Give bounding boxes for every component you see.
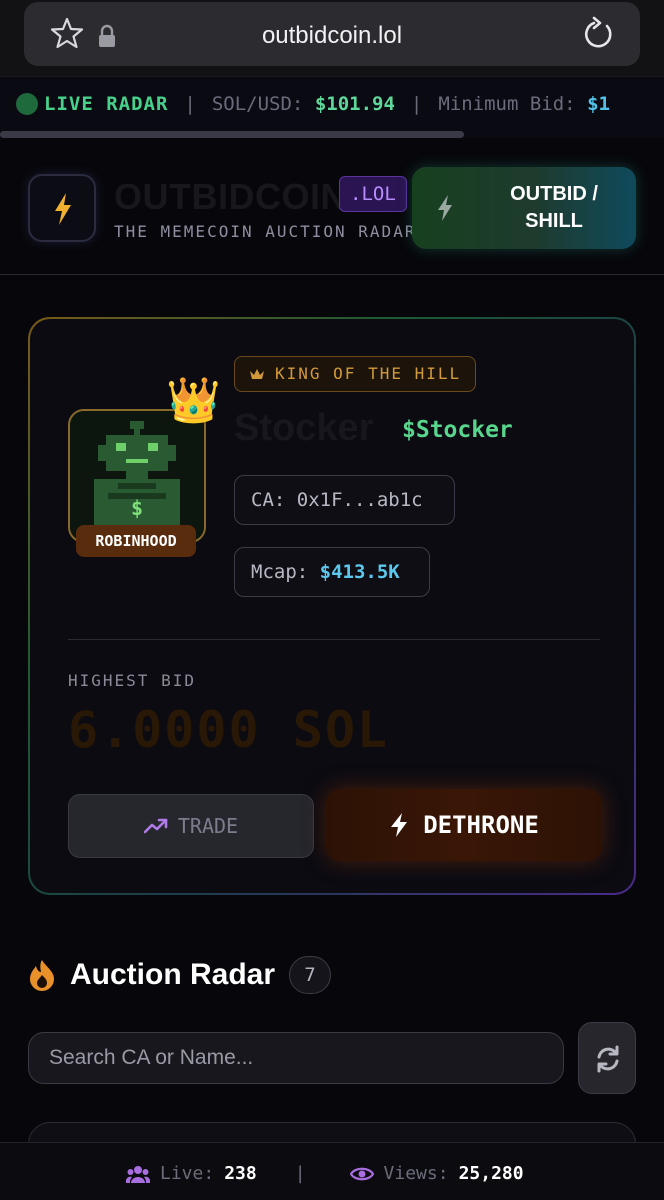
market-cap: Mcap: $413.5K [234, 547, 430, 597]
mcap-label: Mcap: [251, 561, 309, 583]
outbid-shill-button[interactable]: OUTBID / SHILL [412, 167, 636, 249]
eye-icon [349, 1167, 374, 1180]
domain-badge: .LOL [339, 176, 407, 212]
site-header: OUTBIDCOIN .LOL THE MEMECOIN AUCTION RAD… [0, 140, 664, 275]
ticker-separator: | [184, 93, 196, 115]
crown-icon: 👑 [166, 376, 221, 425]
auction-radar-title: Auction Radar [70, 958, 276, 991]
king-of-the-hill-card: $ 👑 ROBINHOOD KING OF THE HILL Stocker $… [28, 317, 636, 895]
min-bid-value: $1 [587, 93, 610, 115]
section-title: Auction Radar 7 [28, 956, 332, 994]
token-avatar[interactable]: $ [68, 409, 206, 543]
users-icon [126, 1165, 150, 1183]
svg-text:$: $ [131, 496, 143, 520]
logo[interactable] [28, 174, 96, 242]
stats-footer: Live: 238 | Views: 25,280 [0, 1142, 664, 1200]
search-input[interactable] [28, 1032, 564, 1084]
king-of-the-hill-label: KING OF THE HILL [275, 364, 462, 383]
robot-avatar-icon: $ [70, 411, 204, 541]
ticker-row: LIVE RADAR | SOL/USD: $101.94 | Minimum … [16, 93, 610, 115]
refresh-icon [597, 1045, 619, 1073]
mcap-value: $413.5K [319, 561, 400, 583]
token-ticker: $Stocker [402, 417, 513, 443]
card-body: $ 👑 ROBINHOOD KING OF THE HILL Stocker $… [30, 319, 634, 893]
fire-icon [30, 960, 54, 991]
trade-button[interactable]: TRADE [68, 794, 314, 858]
live-value: 238 [224, 1163, 257, 1184]
bolt-icon [55, 193, 71, 225]
king-of-the-hill-badge: KING OF THE HILL [234, 356, 477, 392]
token-name: Stocker [234, 407, 374, 449]
views-value: 25,280 [458, 1163, 524, 1184]
ca-label: CA: [251, 489, 286, 511]
avatar-badge: ROBINHOOD [76, 525, 196, 557]
sol-usd-value: $101.94 [314, 93, 395, 115]
browser-chrome: outbidcoin.lol [0, 0, 664, 76]
contract-address[interactable]: CA: 0x1F...ab1c [234, 475, 455, 525]
min-bid-label: Minimum Bid: [438, 93, 576, 115]
outbid-shill-label: OUTBID / SHILL [510, 183, 598, 232]
tagline: THE MEMECOIN AUCTION RADAR [114, 222, 417, 241]
highest-bid-label: HIGHEST BID [68, 671, 196, 690]
trade-label: TRADE [177, 814, 239, 838]
live-radar-label: LIVE RADAR [44, 93, 169, 115]
reload-icon[interactable] [582, 16, 616, 52]
live-label: Live: [160, 1163, 215, 1184]
footer-separator: | [294, 1163, 306, 1184]
url-text[interactable]: outbidcoin.lol [24, 22, 640, 50]
ca-value: 0x1F...ab1c [296, 489, 423, 511]
address-bar[interactable]: outbidcoin.lol [24, 2, 640, 66]
divider [68, 639, 600, 640]
ticker-bar: LIVE RADAR | SOL/USD: $101.94 | Minimum … [0, 76, 664, 138]
dethrone-button[interactable]: DETHRONE [326, 789, 602, 861]
brand-name: OUTBIDCOIN [114, 176, 347, 217]
highest-bid-value: 6.0000 SOL [68, 701, 390, 759]
views-label: Views: [383, 1163, 449, 1184]
auction-count-badge: 7 [289, 956, 332, 994]
trending-up-icon [143, 818, 168, 834]
bolt-icon [391, 813, 408, 837]
live-dot-icon [16, 93, 38, 115]
ticker-scrollbar[interactable] [0, 131, 464, 138]
footer-stats: Live: 238 | Views: 25,280 [126, 1163, 524, 1184]
ticker-separator: | [410, 93, 423, 115]
refresh-button[interactable] [578, 1022, 636, 1094]
sol-usd-label: SOL/USD: [211, 93, 304, 115]
crown-icon [250, 369, 264, 379]
bolt-icon [438, 195, 452, 221]
dethrone-label: DETHRONE [423, 811, 539, 839]
